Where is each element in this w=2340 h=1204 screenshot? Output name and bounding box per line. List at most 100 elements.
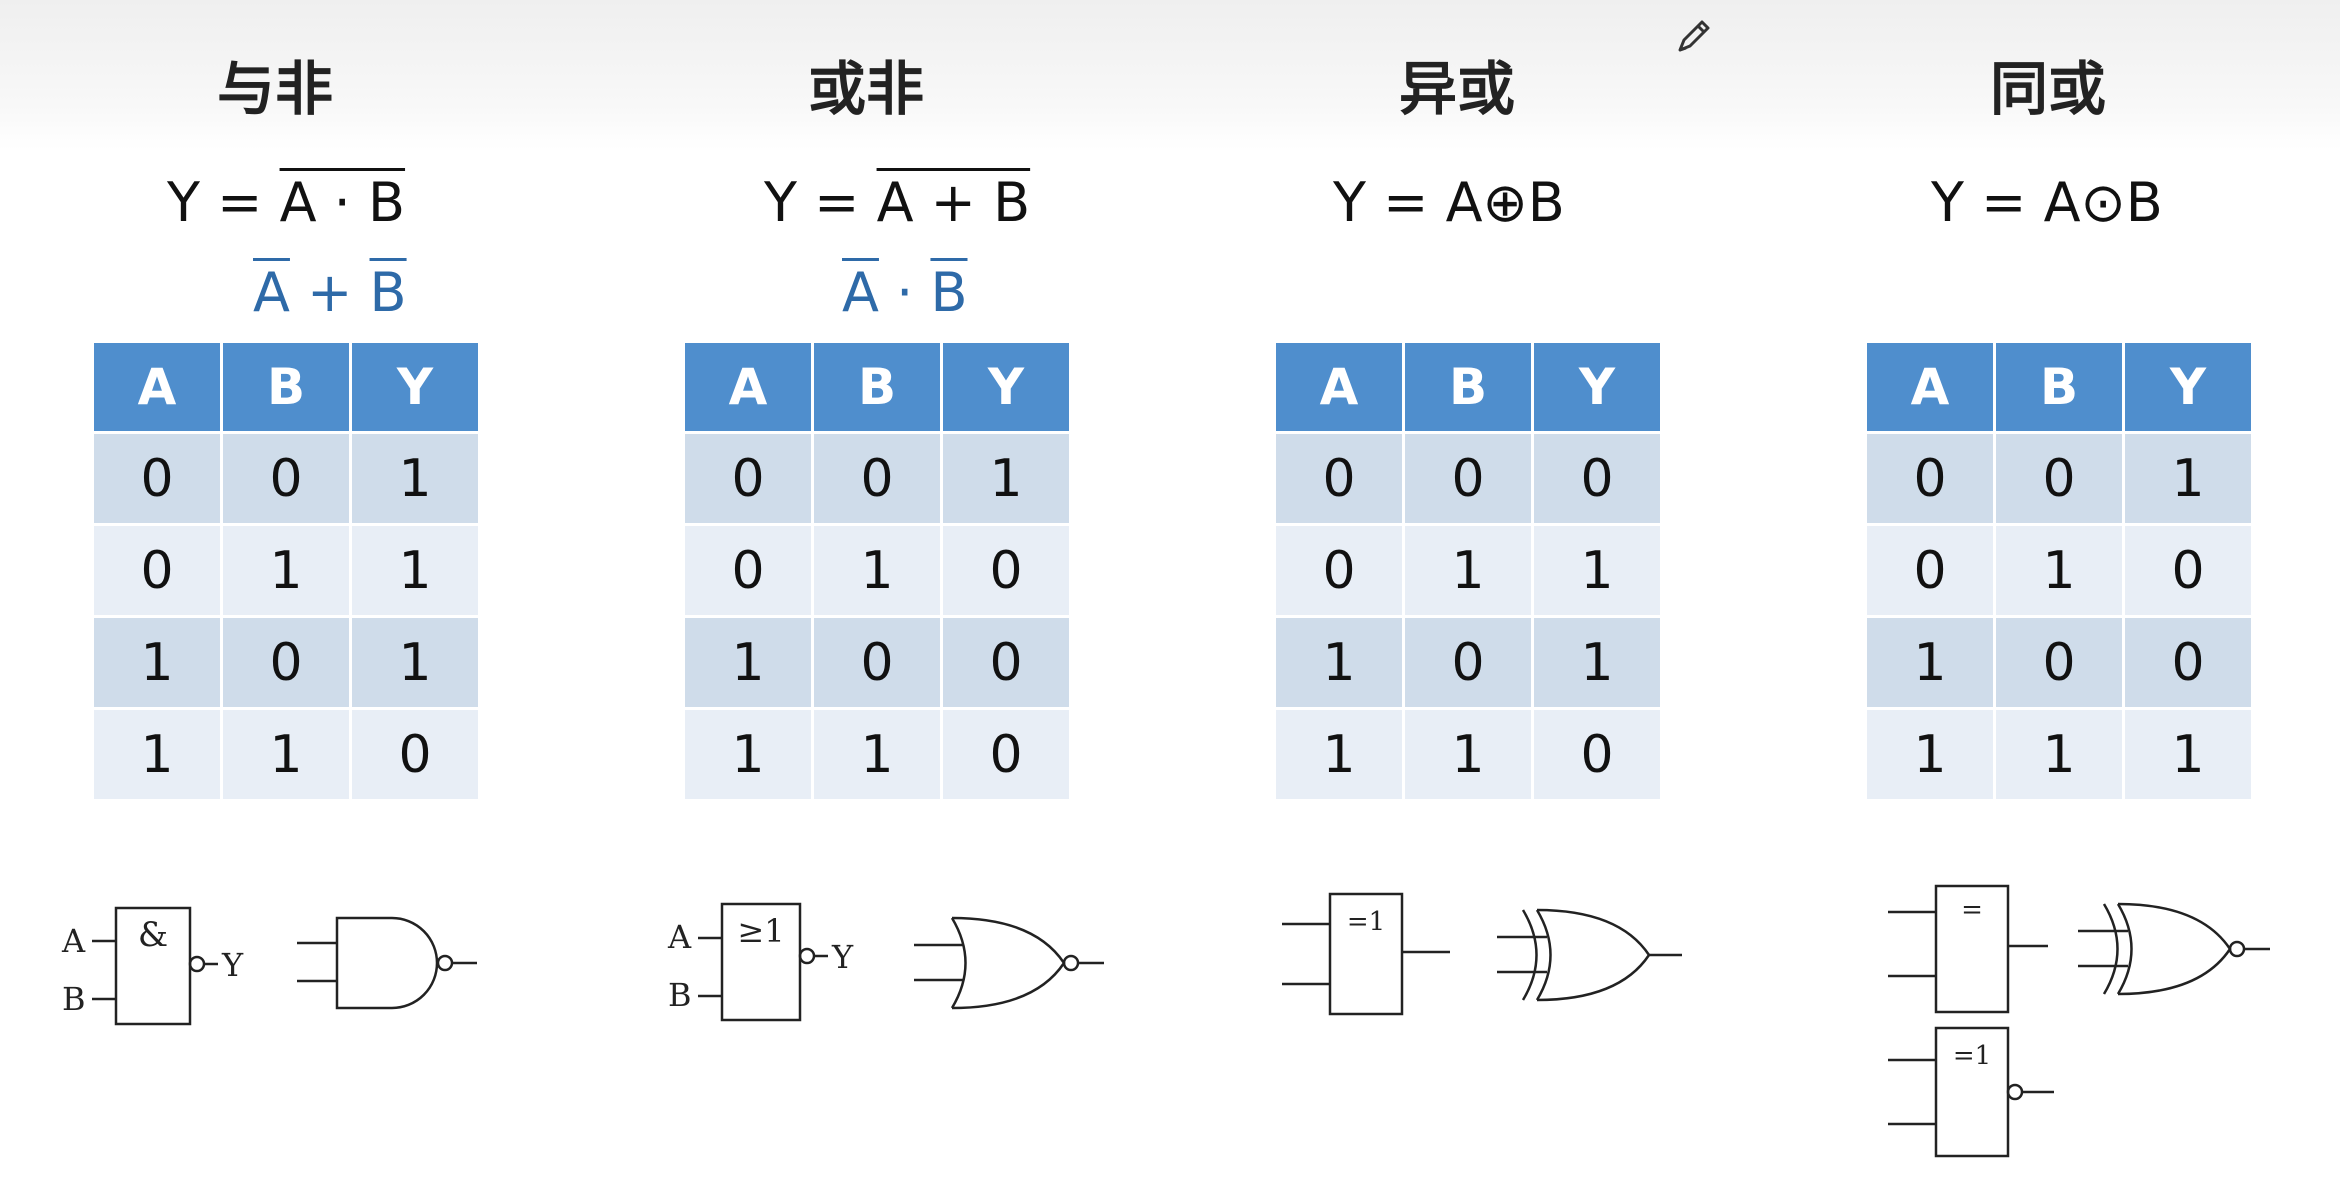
header-b: B [223,343,350,431]
xor-distinctive-symbol [1497,908,1682,1002]
formula: Y = A⊙B [1931,168,2163,238]
header-a: A [1276,343,1403,431]
header-a: A [1867,343,1994,431]
table-row: 0 0 1 [685,434,1069,523]
alt-term-b: B [930,261,968,324]
xnor-standard-symbol: = [1888,884,2048,1014]
alt-term-b: B [369,261,407,324]
table-cell: 1 [685,618,812,707]
formula-prefix: Y = [1333,171,1446,234]
table-row: 0 0 1 [1867,434,2251,523]
header-b: B [814,343,941,431]
output-label: Y [221,946,244,984]
table-row: 0 1 1 [94,526,478,615]
alt-operator: + [289,261,370,324]
table-cell: 0 [1867,434,1994,523]
table-row: 1 1 0 [685,710,1069,799]
truth-table: A B Y 0 0 1 0 1 0 1 0 0 1 1 0 [682,340,1072,802]
truth-table: A B Y 0 0 1 0 1 0 1 0 0 1 1 1 [1864,340,2254,802]
table-cell: 0 [1276,526,1403,615]
table-cell: 0 [223,618,350,707]
gate-title: 异或 [1398,55,1515,123]
table-header-row: A B Y [1276,343,1660,431]
table-row: 1 1 0 [1276,710,1660,799]
gate-label: = [1961,895,1983,925]
xnor-distinctive-symbol [2078,902,2270,996]
xnor-column: 同或 Y = A⊙B A B Y 0 0 1 0 1 0 1 0 0 1 1 1 [1788,0,2308,1204]
input-b-label: B [668,976,692,1014]
table-cell: 1 [1405,526,1532,615]
table-cell: 0 [814,434,941,523]
table-cell: 0 [814,618,941,707]
table-row: 1 0 1 [1276,618,1660,707]
table-cell: 1 [1276,710,1403,799]
table-cell: 1 [1534,526,1660,615]
equivalent-formula: A + B [253,258,407,328]
gate-label: & [138,915,168,955]
gate-label: ≥1 [737,912,784,950]
input-a-label: A [667,918,692,956]
table-header-row: A B Y [1867,343,2251,431]
table-cell: 0 [1405,434,1532,523]
table-cell: 1 [94,618,221,707]
table-row: 0 1 1 [1276,526,1660,615]
truth-table: A B Y 0 0 1 0 1 1 1 0 1 1 1 0 [91,340,481,802]
gate-label: =1 [1953,1041,1991,1071]
table-cell: 0 [94,434,221,523]
table-cell: 1 [814,526,941,615]
table-cell: 0 [1276,434,1403,523]
header-y: Y [943,343,1069,431]
table-row: 0 0 0 [1276,434,1660,523]
table-cell: 0 [2125,526,2251,615]
nand-standard-symbol: & A B Y [61,906,244,1026]
gate-title: 与非 [216,55,333,123]
formula-expression: A · B [279,171,406,234]
table-cell: 1 [1996,710,2123,799]
alt-term-a: A [253,261,290,324]
table-cell: 1 [352,526,478,615]
table-cell: 0 [1534,710,1660,799]
header-b: B [1996,343,2123,431]
header-b: B [1405,343,1532,431]
table-cell: 0 [2125,618,2251,707]
formula-expression: A⊙B [2043,171,2163,234]
nor-standard-symbol: ≥1 A B Y [667,902,854,1022]
formula-expression: A⊕B [1445,171,1565,234]
table-cell: 1 [1276,618,1403,707]
formula-prefix: Y = [167,171,280,234]
table-cell: 1 [814,710,941,799]
table-cell: 0 [1867,526,1994,615]
nor-distinctive-symbol [914,916,1104,1010]
table-cell: 0 [943,618,1069,707]
formula: Y = A + B [764,168,1030,238]
nor-column: 或非 Y = A + B A · B A B Y 0 0 1 0 1 0 1 0… [606,0,1126,1204]
formula-prefix: Y = [764,171,877,234]
table-cell: 1 [2125,710,2251,799]
formula-expression: A + B [876,171,1031,234]
gate-label: =1 [1347,907,1385,937]
table-cell: 1 [2125,434,2251,523]
xnor-standard-symbol-inverted: =1 [1888,1026,2054,1158]
xor-column: 异或 Y = A⊕B A B Y 0 0 0 0 1 1 1 0 1 1 1 0 [1197,0,1717,1204]
table-row: 0 0 1 [94,434,478,523]
nand-distinctive-symbol [297,916,477,1010]
table-row: 1 0 0 [685,618,1069,707]
alt-operator: · [878,261,931,324]
table-row: 1 0 0 [1867,618,2251,707]
truth-table: A B Y 0 0 0 0 1 1 1 0 1 1 1 0 [1273,340,1663,802]
input-b-label: B [62,980,86,1018]
table-cell: 1 [1867,618,1994,707]
table-row: 0 1 0 [685,526,1069,615]
header-y: Y [352,343,478,431]
table-cell: 1 [223,526,350,615]
table-cell: 0 [685,434,812,523]
table-cell: 0 [1405,618,1532,707]
table-cell: 1 [1996,526,2123,615]
formula-prefix: Y = [1931,171,2044,234]
table-cell: 0 [685,526,812,615]
table-row: 1 1 0 [94,710,478,799]
table-header-row: A B Y [685,343,1069,431]
table-cell: 1 [1534,618,1660,707]
table-cell: 0 [1996,434,2123,523]
table-row: 0 1 0 [1867,526,2251,615]
